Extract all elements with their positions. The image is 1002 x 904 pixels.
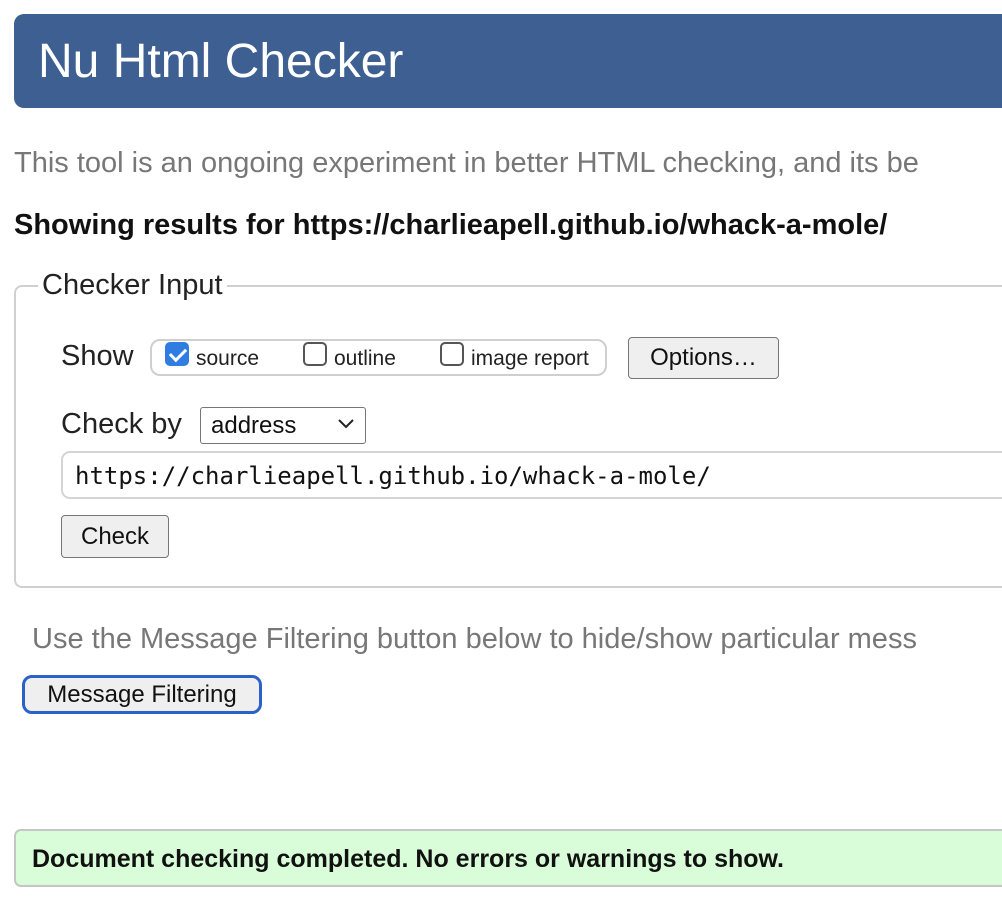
page-header: Nu Html Checker: [14, 14, 1002, 108]
show-source-checkbox[interactable]: [165, 342, 189, 366]
check-by-selected-value: address: [211, 412, 297, 439]
show-outline-checkbox[interactable]: [303, 342, 327, 366]
show-label: Show: [61, 340, 134, 372]
status-message-box: Document checking completed. No errors o…: [14, 829, 1002, 887]
results-heading: Showing results for https://charlieapell…: [14, 209, 888, 241]
message-filtering-info: Use the Message Filtering button below t…: [32, 623, 917, 655]
page-title: Nu Html Checker: [38, 35, 404, 88]
check-by-label: Check by: [61, 408, 182, 440]
check-button[interactable]: Check: [61, 515, 169, 558]
show-source-label[interactable]: source: [196, 346, 259, 372]
chevron-down-icon: [338, 419, 354, 429]
show-outline-label[interactable]: outline: [334, 346, 396, 372]
check-by-select[interactable]: address: [200, 407, 366, 444]
options-button[interactable]: Options…: [628, 337, 779, 379]
url-input[interactable]: https://charlieapell.github.io/whack-a-m…: [61, 451, 1002, 499]
status-message: Document checking completed. No errors o…: [32, 845, 784, 873]
url-input-value: https://charlieapell.github.io/whack-a-m…: [75, 462, 711, 490]
show-image-report-label[interactable]: image report: [471, 346, 589, 372]
intro-text: This tool is an ongoing experiment in be…: [14, 147, 919, 179]
message-filtering-button[interactable]: Message Filtering: [22, 675, 262, 714]
show-image-report-checkbox[interactable]: [440, 342, 464, 366]
checker-input-legend: Checker Input: [38, 267, 227, 303]
